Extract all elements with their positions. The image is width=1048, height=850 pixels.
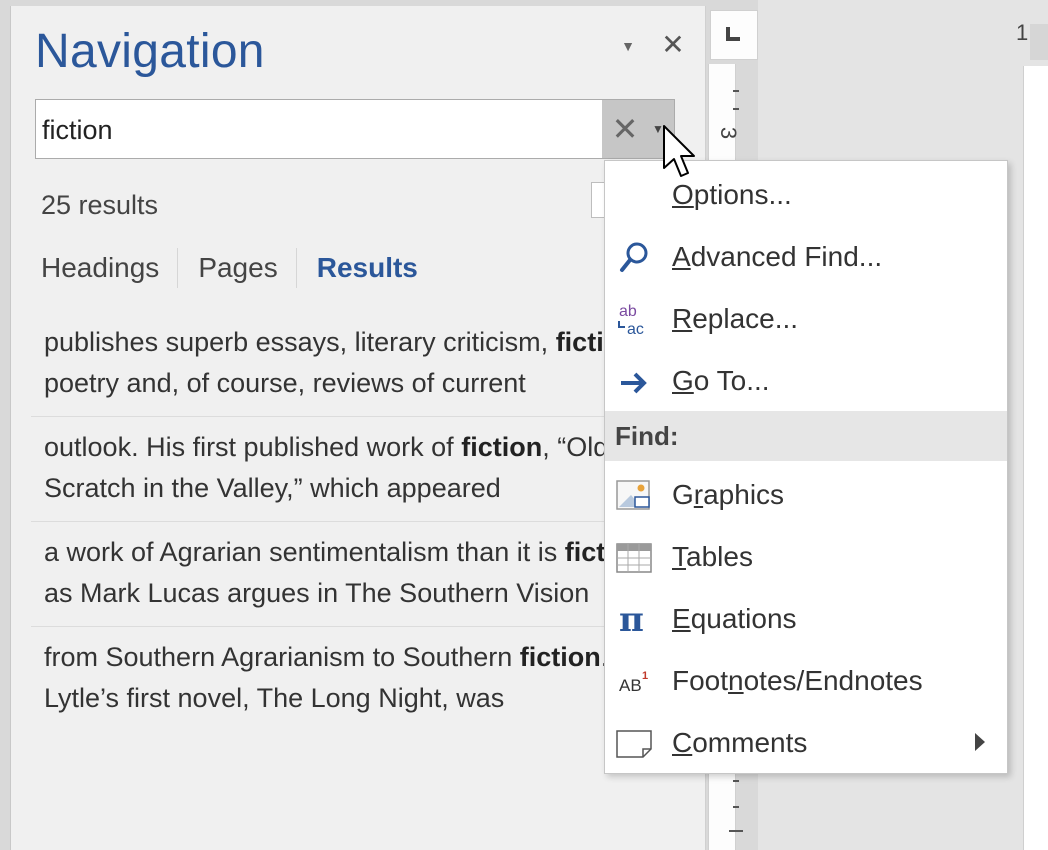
svg-text:ab: ab: [619, 303, 637, 320]
document-page[interactable]: [1023, 66, 1048, 850]
result-item[interactable]: outlook. His first published work of fic…: [31, 417, 691, 522]
menu-item-label: Graphics: [672, 479, 785, 510]
magnifier-icon: [620, 242, 648, 272]
svg-text:AB: AB: [619, 676, 642, 695]
submenu-arrow-icon: [975, 733, 985, 751]
tab-divider: [295, 248, 297, 288]
menu-section-header: Find:: [605, 411, 1007, 461]
menu-item-label: Footnotes/Endnotes: [672, 665, 923, 696]
menu-item-equations[interactable]: π Equations: [605, 589, 1007, 651]
menu-item-label: Replace...: [672, 303, 799, 334]
ruler-number: 3: [716, 126, 742, 140]
pane-title: Navigation: [35, 25, 265, 78]
search-input[interactable]: [40, 110, 604, 150]
result-match: fiction: [461, 432, 543, 462]
menu-item-go-to[interactable]: Go To...: [605, 351, 1007, 413]
menu-item-label: Advanced Find...: [672, 241, 883, 272]
result-text: outlook. His first published work of: [44, 432, 454, 462]
search-box[interactable]: ✕ ▼: [35, 99, 675, 159]
menu-item-comments[interactable]: Comments: [605, 713, 1007, 775]
result-text: from Southern Agrarianism to Southern: [44, 642, 513, 672]
tab-selector-button[interactable]: [710, 10, 758, 60]
nav-tabs: Headings Pages Results: [41, 248, 436, 288]
clear-search-icon[interactable]: ✕: [610, 109, 640, 149]
menu-item-label: Tables: [672, 541, 753, 572]
svg-text:1: 1: [642, 670, 648, 682]
tab-headings[interactable]: Headings: [41, 252, 177, 284]
menu-item-label: Go To...: [672, 365, 770, 396]
svg-text:ac: ac: [627, 321, 644, 338]
page-number: 1: [1016, 20, 1029, 45]
ruler-tick: [733, 806, 739, 808]
arrow-right-icon: [621, 372, 647, 394]
tab-results[interactable]: Results: [317, 252, 436, 284]
result-item[interactable]: from Southern Agrarianism to Southern fi…: [31, 627, 691, 731]
menu-item-advanced-find[interactable]: Advanced Find...: [605, 227, 1007, 289]
ruler-tick: [729, 830, 743, 832]
menu-item-tables[interactable]: Tables: [605, 527, 1007, 589]
result-item[interactable]: publishes superb essays, literary critic…: [31, 312, 691, 417]
close-icon[interactable]: ✕: [660, 30, 686, 60]
result-match: fiction: [519, 642, 601, 672]
footnote-icon: AB 1: [619, 670, 648, 695]
ruler-tick: [733, 90, 739, 92]
section-label: Find:: [615, 421, 679, 451]
page-number-box: [1030, 24, 1048, 60]
left-tab-icon: [726, 27, 740, 41]
graphics-icon: [616, 480, 650, 510]
search-options-menu: Options... Advanced Find... ab ac Replac…: [604, 160, 1008, 774]
menu-item-graphics[interactable]: Graphics: [605, 465, 1007, 527]
results-count: 25 results: [41, 190, 159, 220]
navigation-pane: Navigation ▼ ✕ ✕ ▼ 25 results Headings P…: [10, 6, 706, 850]
tab-divider: [177, 248, 179, 288]
menu-item-replace[interactable]: ab ac Replace...: [605, 289, 1007, 351]
svg-text:π: π: [619, 601, 644, 639]
replace-icon: ab ac: [618, 303, 644, 338]
mouse-cursor-icon: [663, 125, 695, 177]
pane-options-icon[interactable]: ▼: [618, 36, 638, 56]
pi-icon: π: [619, 601, 644, 639]
result-text: a work of Agrarian sentimentalism than i…: [44, 537, 558, 567]
results-list: publishes superb essays, literary critic…: [31, 312, 691, 731]
tab-pages[interactable]: Pages: [198, 252, 295, 284]
menu-item-label: Comments: [672, 727, 808, 758]
comment-icon: [616, 730, 652, 758]
ruler-tick: [733, 108, 739, 110]
result-item[interactable]: a work of Agrarian sentimentalism than i…: [31, 522, 691, 627]
menu-item-label: Equations: [672, 603, 797, 634]
menu-item-footnotes[interactable]: AB 1 Footnotes/Endnotes: [605, 651, 1007, 713]
ruler-tick: [733, 780, 739, 782]
result-text: publishes superb essays, literary critic…: [44, 327, 549, 357]
table-icon: [616, 543, 652, 573]
